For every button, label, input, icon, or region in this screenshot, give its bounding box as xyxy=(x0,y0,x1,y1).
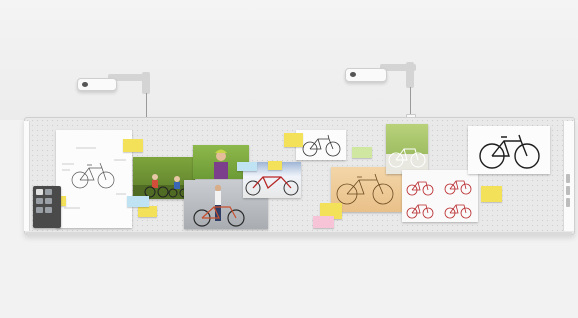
sticky-note[interactable] xyxy=(237,162,257,171)
projector-mount-right xyxy=(406,62,414,88)
text-icon[interactable] xyxy=(36,207,43,213)
sticky-note[interactable] xyxy=(268,161,282,170)
bicycles-collage-image xyxy=(406,180,472,219)
projector-cable-right xyxy=(410,87,411,117)
projector-mount-left xyxy=(142,72,150,94)
red-bikes-collage[interactable] xyxy=(402,170,478,222)
pen-holder[interactable] xyxy=(566,174,570,183)
select-icon[interactable] xyxy=(36,189,43,195)
wall xyxy=(0,0,578,120)
board-frame-left xyxy=(24,121,30,231)
black-bike-photo[interactable] xyxy=(468,126,550,174)
interactive-whiteboard-scene xyxy=(0,0,578,318)
whiteboard-toolbar xyxy=(33,186,61,228)
pen-holder[interactable] xyxy=(566,198,570,207)
sticky-note[interactable] xyxy=(138,206,157,217)
sticky-note[interactable] xyxy=(127,196,149,207)
pen-icon[interactable] xyxy=(45,189,52,195)
sticky-note[interactable] xyxy=(123,139,143,152)
sticky-note[interactable] xyxy=(313,216,334,228)
shape-icon[interactable] xyxy=(36,198,43,204)
projector-lens-right xyxy=(350,72,356,77)
black-bicycle-image xyxy=(479,134,540,169)
eraser-icon[interactable] xyxy=(45,207,52,213)
projector-lens-left xyxy=(82,82,88,87)
bike-line-drawing[interactable] xyxy=(296,130,346,160)
projector-right xyxy=(345,68,387,82)
board-tray xyxy=(26,232,572,236)
green-bike-photo[interactable] xyxy=(386,124,428,174)
sticky-note[interactable] xyxy=(481,186,502,202)
bicycle-drawing-icon xyxy=(302,134,341,157)
sticky-note[interactable] xyxy=(352,147,372,158)
image-icon[interactable] xyxy=(45,198,52,204)
pen-holder[interactable] xyxy=(566,186,570,195)
projector-left xyxy=(77,78,117,91)
sticky-note[interactable] xyxy=(284,133,303,147)
bicycle-sketch-icon xyxy=(62,147,126,209)
sketch-sheet[interactable] xyxy=(56,130,132,228)
green-bicycle-image xyxy=(386,148,428,174)
